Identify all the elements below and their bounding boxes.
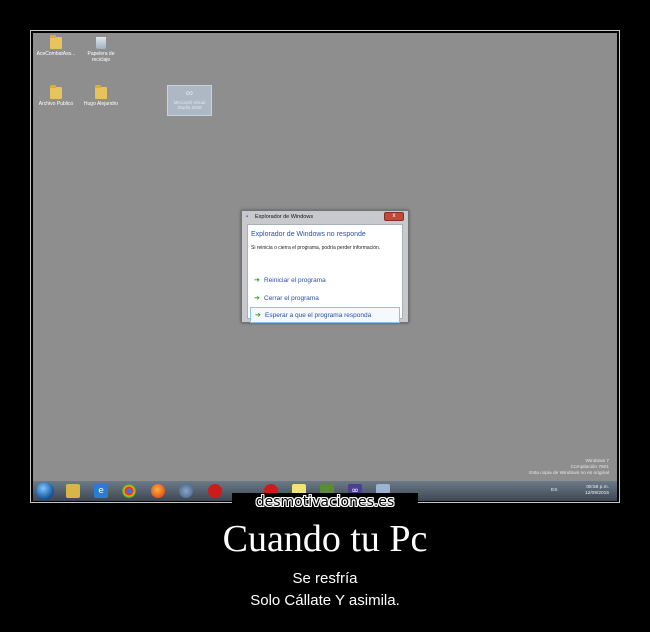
option-label: Reiniciar el programa: [264, 277, 326, 284]
steam-icon[interactable]: [179, 484, 193, 498]
explorer-icon[interactable]: [66, 484, 80, 498]
green-arrow-icon: ➔: [254, 295, 260, 302]
opera-icon[interactable]: [208, 484, 222, 498]
desktop-icon-label: Archivo Publico: [38, 101, 74, 107]
desktop-icon-label: Microsoft Visual Studio 2008: [173, 100, 206, 110]
language-indicator[interactable]: ES: [551, 488, 557, 494]
folder-icon: [50, 85, 62, 99]
dialog-title: Explorador de Windows: [255, 214, 314, 220]
desktop-icon-label: Hugo Alejandro: [83, 101, 119, 107]
desktop-icon-visual-studio[interactable]: ∞ Microsoft Visual Studio 2008: [167, 85, 212, 116]
site-logo-text: desmotivaciones.es: [255, 494, 395, 510]
poster-title: Cuando tu Pc: [222, 518, 428, 560]
restart-program-option[interactable]: ➔ Reiniciar el programa: [250, 273, 400, 288]
wait-program-option[interactable]: ➔ Esperar a que el programa responda: [250, 307, 400, 323]
option-label: Cerrar el programa: [264, 295, 319, 302]
not-responding-dialog: ▪ Explorador de Windows x Explorador de …: [241, 210, 409, 323]
folder-icon: [50, 35, 62, 49]
dialog-titlebar[interactable]: ▪ Explorador de Windows x: [242, 211, 408, 223]
green-arrow-icon: ➔: [255, 312, 261, 319]
internet-explorer-icon[interactable]: e: [94, 484, 108, 498]
system-clock[interactable]: 08:58 p.m. 12/09/2015: [571, 485, 609, 497]
poster-caption-line-2: Solo Cállate Y asimila.: [250, 592, 400, 609]
chrome-icon[interactable]: [122, 484, 136, 498]
watermark-line-3: Esta copia de Windows no es original: [529, 471, 609, 476]
clock-date: 12/09/2015: [584, 491, 609, 496]
dialog-content: Explorador de Windows no responde Si rei…: [247, 224, 403, 323]
folder-icon: [95, 85, 107, 99]
desktop-icon-acecombat[interactable]: AceCombatAss...: [33, 35, 79, 57]
start-button[interactable]: [36, 482, 54, 500]
close-program-option[interactable]: ➔ Cerrar el programa: [250, 291, 400, 306]
desktop-icon-recycle-bin[interactable]: Papelera de reciclaje: [78, 37, 124, 63]
poster-caption-line-1: Se resfría: [292, 570, 358, 587]
dialog-info-text: Si reinicia o cierra el programa, podría…: [251, 245, 381, 251]
desktop-icon-label: Papelera de reciclaje: [87, 51, 115, 63]
green-arrow-icon: ➔: [254, 277, 260, 284]
desktop-icon-label: AceCombatAss...: [36, 51, 76, 57]
desktop-icon-hugo-alejandro[interactable]: Hugo Alejandro: [78, 85, 124, 107]
visual-studio-icon: ∞: [185, 88, 194, 99]
windows-logo-icon: ▪: [246, 214, 249, 220]
option-label: Esperar a que el programa responda: [265, 312, 372, 319]
dialog-heading: Explorador de Windows no responde: [251, 231, 366, 238]
close-button[interactable]: x: [384, 212, 404, 221]
recycle-bin-icon: [96, 37, 106, 49]
firefox-icon[interactable]: [151, 484, 165, 498]
windows-watermark: Windows 7 Compilación 7601 Esta copia de…: [529, 459, 609, 477]
desktop-icon-archivo-publico[interactable]: Archivo Publico: [33, 85, 79, 107]
site-logo: desmotivaciones.es: [232, 493, 418, 511]
